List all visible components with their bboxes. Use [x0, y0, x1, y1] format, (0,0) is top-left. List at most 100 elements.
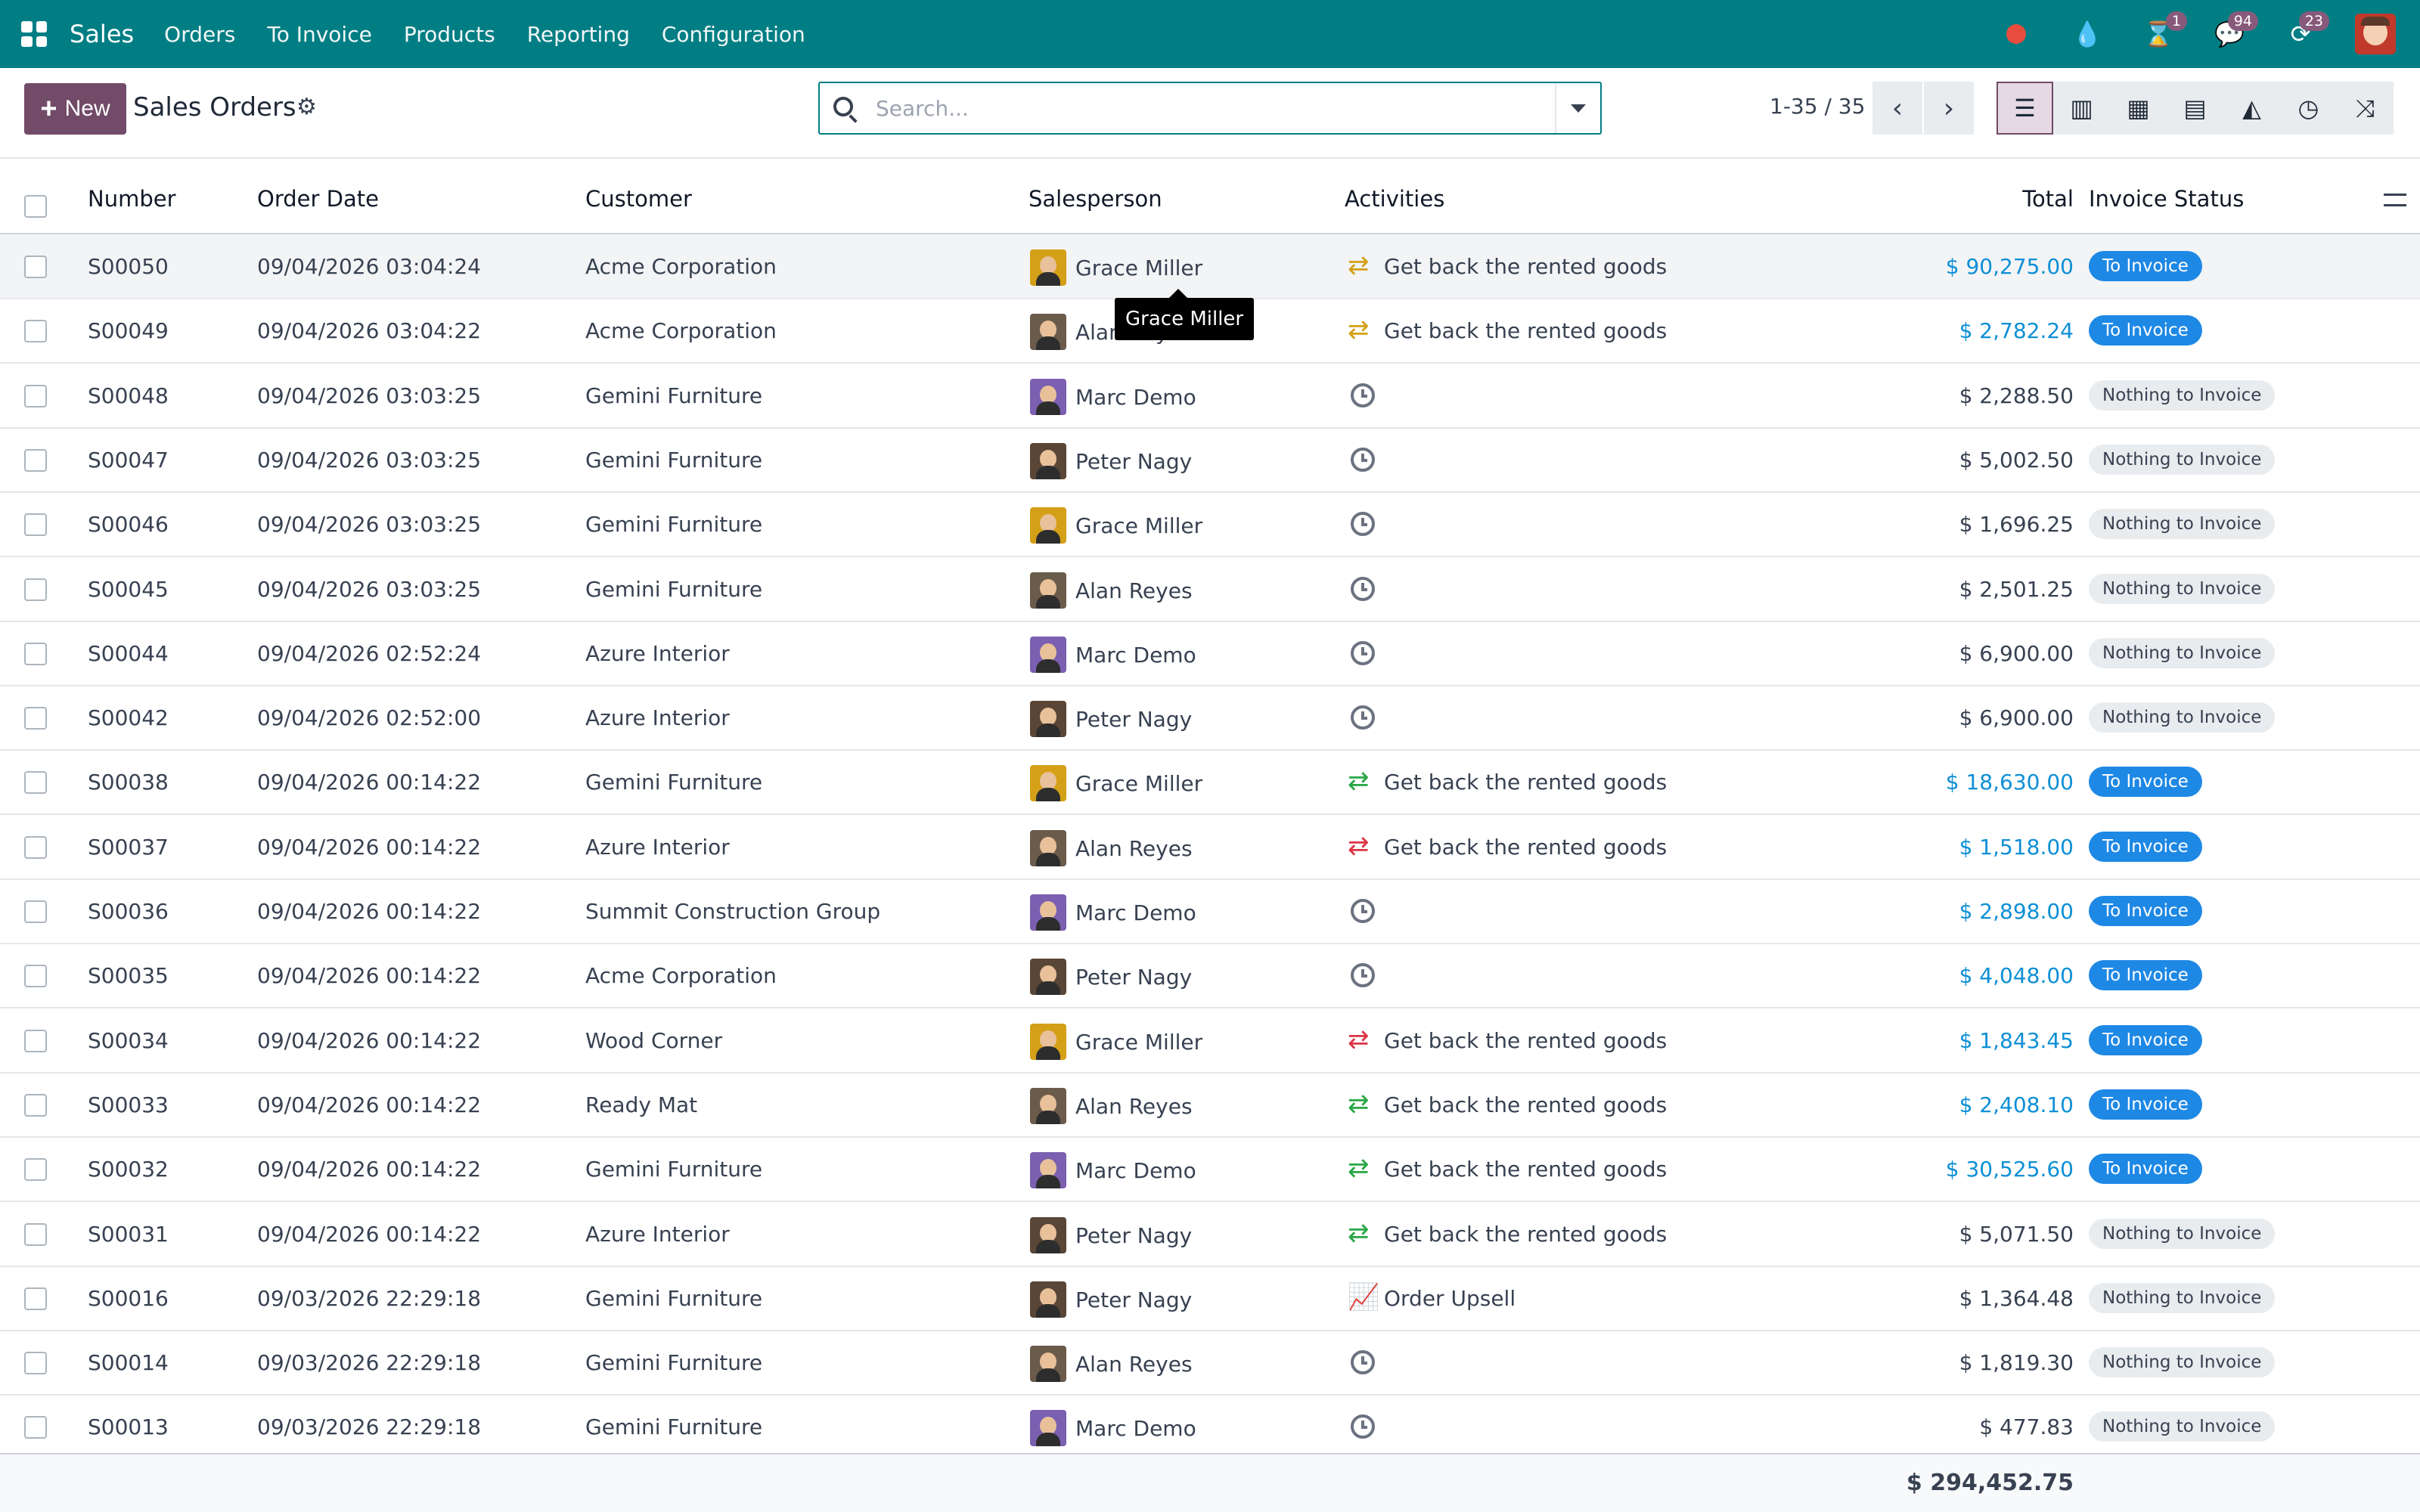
menu-products[interactable]: Products [404, 22, 495, 47]
salesperson-avatar[interactable] [1030, 1410, 1066, 1447]
activity-summary[interactable]: Get back the rented goods [1384, 1028, 1667, 1053]
row-checkbox[interactable] [24, 1222, 47, 1246]
salesperson-avatar[interactable] [1030, 701, 1066, 738]
pager-previous-button[interactable]: ‹ [1872, 82, 1922, 135]
activity-summary[interactable]: Get back the rented goods [1384, 1157, 1667, 1182]
row-checkbox[interactable] [24, 707, 47, 730]
row-checkbox[interactable] [24, 256, 47, 278]
row-checkbox[interactable] [24, 1029, 47, 1052]
exchange-icon[interactable]: ⇄ [1348, 1027, 1370, 1052]
row-checkbox[interactable] [24, 320, 47, 343]
activity-summary[interactable]: Get back the rented goods [1384, 1222, 1667, 1247]
salesperson-name[interactable]: Grace Miller [1075, 771, 1202, 796]
salesperson-name[interactable]: Alan Reyes [1075, 1094, 1193, 1119]
pager-next-button[interactable]: › [1924, 82, 1974, 135]
select-all-checkbox[interactable] [24, 195, 47, 218]
table-row[interactable]: S00037 09/04/2026 00:14:22 Azure Interior A… [0, 815, 2420, 880]
droplet-icon[interactable]: 💧 [2071, 17, 2104, 51]
exchange-icon[interactable]: ⇄ [1348, 768, 1370, 794]
row-checkbox[interactable] [24, 1416, 47, 1439]
table-row[interactable]: S00045 09/04/2026 03:03:25 Gemini Furnitur… [0, 557, 2420, 622]
clock-icon[interactable] [1351, 1350, 1375, 1375]
row-checkbox[interactable] [24, 965, 47, 988]
row-checkbox[interactable] [24, 771, 47, 795]
row-checkbox[interactable] [24, 448, 47, 472]
hourglass-icon[interactable]: ⌛ 1 [2142, 11, 2187, 51]
table-row[interactable]: S00014 09/03/2026 22:29:18 Gemini Furnitur… [0, 1331, 2420, 1396]
salesperson-avatar[interactable] [1030, 572, 1066, 609]
row-checkbox[interactable] [24, 578, 47, 601]
salesperson-name[interactable]: Marc Demo [1075, 643, 1196, 668]
salesperson-name[interactable]: Marc Demo [1075, 1158, 1196, 1183]
salesperson-name[interactable]: Peter Nagy [1075, 965, 1192, 990]
trend-up-icon[interactable]: 📈 [1348, 1284, 1379, 1310]
salesperson-name[interactable]: Peter Nagy [1075, 449, 1192, 474]
shuffle-view-icon[interactable]: ⤨ [2337, 82, 2394, 135]
column-order-date[interactable]: Order Date [257, 186, 379, 212]
row-checkbox[interactable] [24, 513, 47, 537]
salesperson-avatar[interactable] [1030, 378, 1066, 415]
clock-icon[interactable] [1351, 705, 1375, 730]
clock-icon[interactable] [1351, 576, 1375, 601]
graph-view-icon[interactable]: ◭ [2223, 82, 2280, 135]
exchange-icon[interactable]: ⇄ [1348, 1091, 1370, 1117]
kanban-view-icon[interactable]: ▥ [2053, 82, 2110, 135]
row-checkbox[interactable] [24, 1287, 47, 1310]
clock-icon[interactable] [1351, 512, 1375, 537]
salesperson-avatar[interactable] [1030, 959, 1066, 996]
table-row[interactable]: S00038 09/04/2026 00:14:22 Gemini Furnitur… [0, 750, 2420, 816]
row-checkbox[interactable] [24, 1158, 47, 1182]
salesperson-avatar[interactable] [1030, 765, 1066, 802]
clock-icon[interactable] [1351, 383, 1375, 407]
row-checkbox[interactable] [24, 1093, 47, 1117]
gear-icon[interactable]: ⚙ [296, 94, 317, 120]
activity-summary[interactable]: Get back the rented goods [1384, 254, 1667, 279]
user-avatar[interactable] [2355, 14, 2396, 54]
table-row[interactable]: S00032 09/04/2026 00:14:22 Gemini Furnitur… [0, 1137, 2420, 1203]
salesperson-avatar[interactable] [1030, 1346, 1066, 1383]
table-row[interactable]: S00033 09/04/2026 00:14:22 Ready Mat Alan R… [0, 1073, 2420, 1138]
table-row[interactable]: S00013 09/03/2026 22:29:18 Gemini Furnitur… [0, 1395, 2420, 1461]
messages-icon[interactable]: 💬 94 [2213, 11, 2258, 51]
table-row[interactable]: S00047 09/04/2026 03:03:25 Gemini Furnitur… [0, 428, 2420, 493]
salesperson-name[interactable]: Marc Demo [1075, 900, 1196, 925]
column-number[interactable]: Number [88, 186, 176, 212]
table-row[interactable]: S00035 09/04/2026 00:14:22 Acme Corporatio… [0, 943, 2420, 1009]
activity-summary[interactable]: Get back the rented goods [1384, 835, 1667, 860]
salesperson-name[interactable]: Peter Nagy [1075, 1287, 1192, 1312]
salesperson-avatar[interactable] [1030, 829, 1066, 866]
salesperson-avatar[interactable] [1030, 636, 1066, 673]
row-checkbox[interactable] [24, 900, 47, 923]
menu-orders[interactable]: Orders [164, 22, 235, 47]
clock-icon[interactable] [1351, 447, 1375, 472]
salesperson-name[interactable]: Marc Demo [1075, 385, 1196, 410]
table-row[interactable]: S00044 09/04/2026 02:52:24 Azure Interior M… [0, 621, 2420, 686]
menu-configuration[interactable]: Configuration [662, 22, 805, 47]
table-row[interactable]: S00050 09/04/2026 03:04:24 Acme Corporatio… [0, 234, 2420, 299]
exchange-icon[interactable]: ⇄ [1348, 1220, 1370, 1246]
salesperson-name[interactable]: Grace Miller [1075, 256, 1202, 280]
salesperson-name[interactable]: Marc Demo [1075, 1416, 1196, 1441]
search-options-toggle[interactable] [1555, 83, 1600, 133]
clock-icon[interactable] [1351, 1414, 1375, 1439]
exchange-icon[interactable]: ⇄ [1348, 1155, 1370, 1181]
salesperson-name[interactable]: Grace Miller [1075, 1030, 1202, 1055]
salesperson-avatar[interactable] [1030, 507, 1066, 544]
search-input[interactable] [876, 89, 1556, 127]
activity-summary[interactable]: Get back the rented goods [1384, 1092, 1667, 1117]
table-row[interactable]: S00034 09/04/2026 00:14:22 Wood Corner Grac… [0, 1009, 2420, 1074]
column-customer[interactable]: Customer [585, 186, 692, 212]
activity-clock-icon[interactable]: ⟳ 23 [2284, 11, 2329, 51]
salesperson-name[interactable]: Peter Nagy [1075, 1223, 1192, 1248]
clock-icon[interactable] [1351, 899, 1375, 923]
column-invoice-status[interactable]: Invoice Status [2089, 186, 2244, 212]
menu-reporting[interactable]: Reporting [527, 22, 630, 47]
salesperson-avatar[interactable] [1030, 249, 1066, 286]
activity-summary[interactable]: Order Upsell [1384, 1286, 1516, 1311]
table-row[interactable]: S00036 09/04/2026 00:14:22 Summit Construc… [0, 879, 2420, 944]
activity-view-icon[interactable]: ◷ [2280, 82, 2337, 135]
pager-value[interactable]: 1-35 / 35 [1770, 94, 1865, 119]
exchange-icon[interactable]: ⇄ [1348, 317, 1370, 342]
row-checkbox[interactable] [24, 835, 47, 859]
table-row[interactable]: S00016 09/03/2026 22:29:18 Gemini Furnitur… [0, 1266, 2420, 1331]
